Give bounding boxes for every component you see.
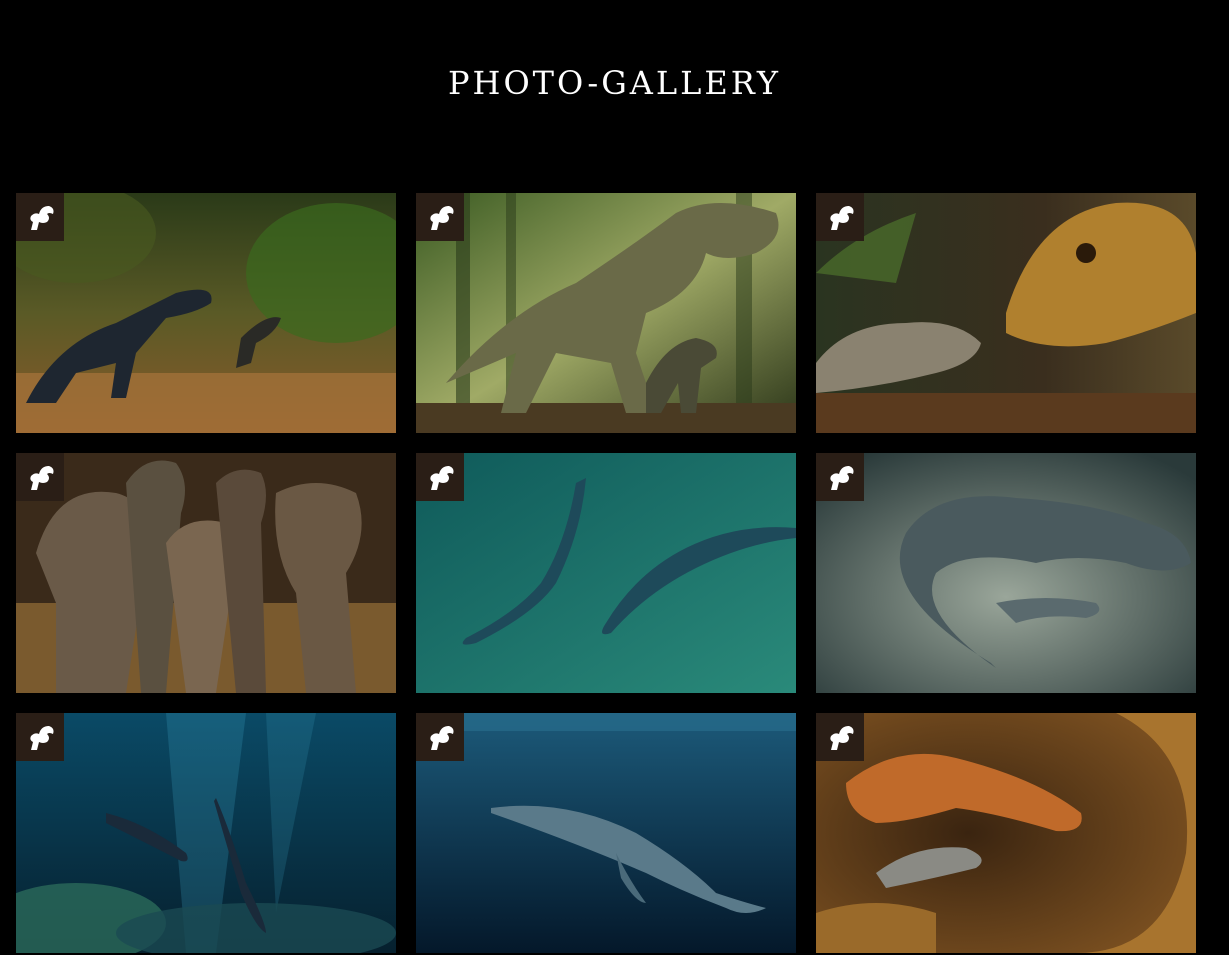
photo-image <box>416 453 796 693</box>
gallery-photo-plesiosaur-murky[interactable] <box>816 453 1196 693</box>
gallery-photo-swimming-reptiles[interactable] <box>416 453 796 693</box>
gallery-photo-dino-close-up[interactable] <box>816 193 1196 433</box>
dinosaur-logo-icon <box>16 453 64 501</box>
gallery-photo-raptor-group[interactable] <box>16 453 396 693</box>
photo-image <box>816 713 1196 953</box>
dinosaur-logo-icon <box>816 193 864 241</box>
photo-image <box>16 453 396 693</box>
gallery-photo-jungle-raptors[interactable] <box>16 193 396 433</box>
dinosaur-logo-icon <box>16 193 64 241</box>
photo-image <box>16 713 396 953</box>
gallery-photo-underwater-reef[interactable] <box>16 713 396 953</box>
dinosaur-logo-icon <box>416 713 464 761</box>
page-title: PHOTO-GALLERY <box>448 64 781 102</box>
photo-image <box>816 193 1196 433</box>
dinosaur-logo-icon <box>816 453 864 501</box>
photo-image <box>16 193 396 433</box>
gallery-photo-ichthyosaur-deep[interactable] <box>416 713 796 953</box>
dinosaur-logo-icon <box>816 713 864 761</box>
photo-image <box>416 193 796 433</box>
gallery-photo-pterosaur-nest[interactable] <box>816 713 1196 953</box>
photo-gallery-grid <box>16 193 1196 953</box>
photo-image <box>416 713 796 953</box>
dinosaur-logo-icon <box>416 193 464 241</box>
gallery-photo-trex-forest[interactable] <box>416 193 796 433</box>
dinosaur-logo-icon <box>16 713 64 761</box>
photo-image <box>816 453 1196 693</box>
dinosaur-logo-icon <box>416 453 464 501</box>
